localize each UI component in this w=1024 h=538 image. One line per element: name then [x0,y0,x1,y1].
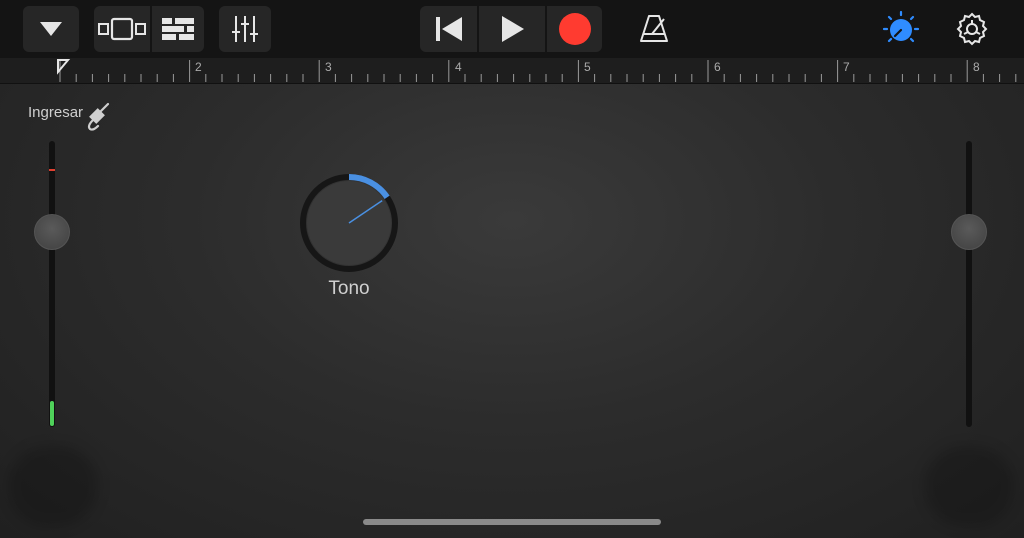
bar-number: 4 [455,60,462,74]
metronome-button[interactable] [632,6,676,52]
rewind-button[interactable] [420,6,477,52]
level-meter [50,401,54,426]
track-controls-icon [162,18,194,40]
bar-number: 6 [714,60,721,74]
browser-button[interactable] [23,6,79,52]
gear-icon [956,12,988,46]
peak-indicator [49,169,55,171]
record-button[interactable] [545,6,602,52]
input-jack-button[interactable] [82,100,114,132]
output-volume-thumb[interactable] [951,214,987,250]
transport-group [420,6,602,52]
corner-shade [8,446,98,526]
mixer-button[interactable] [219,6,271,52]
output-volume-slider[interactable] [966,141,972,427]
metronome-icon [640,15,668,42]
mixer-sliders-icon [232,16,258,42]
home-indicator[interactable] [363,519,661,525]
track-controls-button[interactable] [150,6,204,52]
input-label: Ingresar [28,104,84,121]
input-level-slider[interactable] [49,141,55,427]
play-icon [502,16,524,42]
bar-number: 7 [843,60,850,74]
bar-number: 8 [973,60,980,74]
ruler-ticks [57,59,1017,82]
settings-button[interactable] [950,6,994,52]
smart-controls-panel [0,84,1024,538]
tone-knob[interactable] [298,172,400,274]
bar-number: 5 [584,60,591,74]
top-toolbar [0,0,1024,58]
smart-controls-button[interactable] [878,6,924,52]
bar-number: 2 [195,60,202,74]
tracks-view-button[interactable] [94,6,150,52]
corner-shade [924,446,1014,526]
tracks-view-icon [98,17,146,41]
triangle-down-icon [40,22,62,36]
input-jack-icon [87,102,110,131]
bar-number: 3 [325,60,332,74]
timeline-ruler[interactable]: 2 3 4 5 6 7 8 [0,58,1024,84]
play-button[interactable] [477,6,545,52]
input-level-thumb[interactable] [34,214,70,250]
knob-label: Tono [328,278,370,299]
smart-controls-knob-icon [882,10,920,43]
record-icon [558,13,591,45]
view-toggle-group [94,6,204,52]
knob-dial [300,174,398,272]
rewind-icon [435,17,462,41]
